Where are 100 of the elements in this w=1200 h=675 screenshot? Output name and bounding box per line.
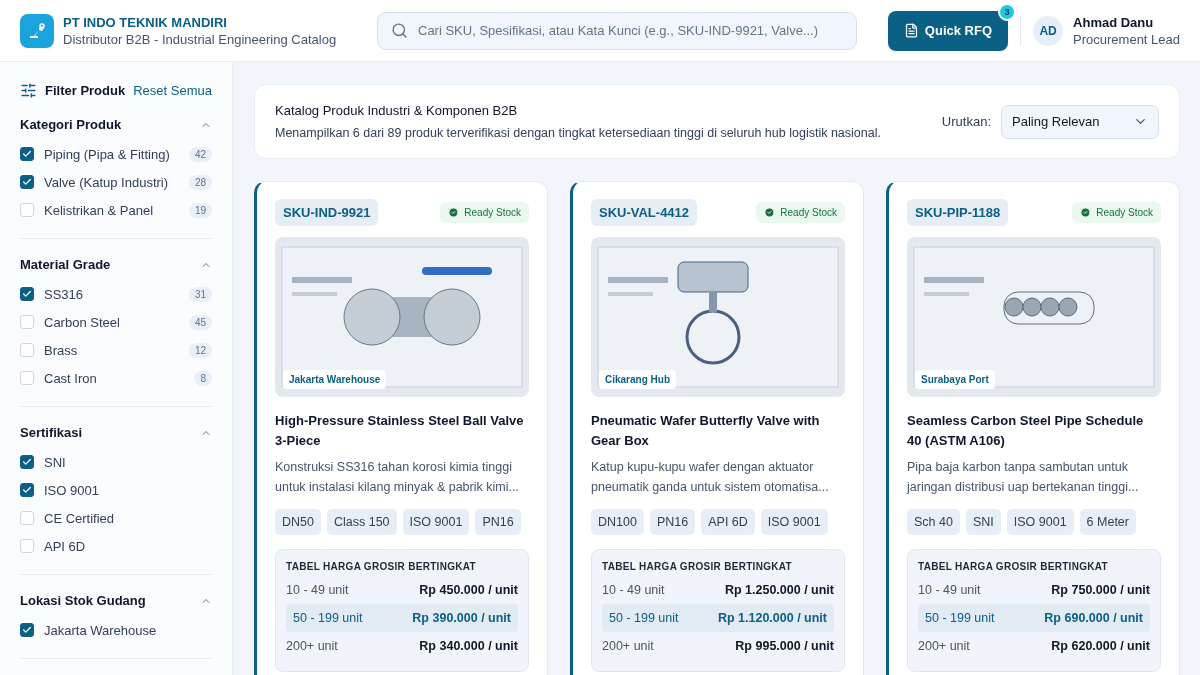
sku-tag: SKU-VAL-4412 [591, 199, 698, 226]
checkbox[interactable] [20, 287, 34, 301]
spec-tag: SNI [965, 509, 1001, 535]
filter-group-title: Material Grade [20, 257, 111, 272]
spec-tag: PN16 [649, 509, 696, 535]
check-icon [22, 149, 32, 159]
filter-option-label: ISO 9001 [44, 482, 100, 498]
spec-tag: ISO 9001 [1006, 509, 1074, 535]
search-field[interactable]: Cari SKU, Spesifikasi, atau Kata Kunci (e.g., SKU-IND-9921, Valve...) [377, 11, 857, 50]
option-count: 28 [188, 174, 212, 190]
tier-quantity: 200+ unit [602, 639, 654, 653]
option-count: 19 [188, 202, 212, 218]
spec-tag: PN16 [475, 509, 521, 535]
reset-link[interactable]: Reset Semua [133, 83, 212, 98]
filter-group-title: Kategori Produk [20, 117, 122, 132]
checkbox[interactable] [20, 175, 34, 189]
tier-price: Rp 620.000 / unit [1051, 639, 1150, 653]
stock-status: Ready Stock [756, 202, 845, 223]
check-icon [22, 177, 32, 187]
tier-price: Rp 340.000 / unit [419, 639, 518, 653]
filter-option-label: Kelistrikan & Panel [44, 202, 155, 218]
product-description: Konstruksi SS316 tahan korosi kimia tinggi untuk instalasi kilang minyak & pabrik kimi... [275, 459, 520, 496]
location-label: Cikarang Hub [599, 370, 676, 389]
logo-icon [20, 13, 54, 48]
company-tagline: Distributor B2B - Industrial Engineering Catalog [63, 31, 338, 47]
option-count: 45 [188, 314, 212, 330]
spec-tag: API 6D [701, 509, 755, 535]
tier-quantity: 10 - 49 unit [286, 583, 349, 597]
spec-tag: ISO 9001 [402, 509, 470, 535]
filter-option-label: Piping (Pipa & Fitting) [44, 146, 171, 162]
product-card[interactable] [570, 181, 864, 675]
user-role: Procurement Lead [1073, 31, 1180, 47]
tier-price: Rp 690.000 / unit [1044, 611, 1143, 625]
rfq-count-badge: 3 [998, 2, 1017, 21]
filter-option-label: Jakarta Warehouse [44, 622, 158, 638]
tier-quantity: 50 - 199 unit [609, 611, 679, 625]
product-title: Pneumatic Wafer Butterfly Valve with Gear Box [591, 412, 821, 450]
check-icon [22, 289, 32, 299]
filter-icon [20, 82, 37, 99]
product-card[interactable] [886, 181, 1180, 675]
filter-option-label: Brass [44, 342, 79, 358]
sort-label: Urutkan: [941, 114, 991, 129]
filter-option-label: Valve (Katup Industri) [44, 174, 170, 190]
location-label: Surabaya Port [915, 370, 995, 389]
tier-price: Rp 390.000 / unit [412, 611, 511, 625]
checkbox[interactable] [20, 483, 34, 497]
user-avatar[interactable]: AD [1033, 15, 1064, 46]
check-circle-icon [764, 207, 776, 218]
filter-group-title: Lokasi Stok Gudang [20, 593, 146, 608]
spec-tag: ISO 9001 [760, 509, 828, 535]
tier-price: Rp 450.000 / unit [419, 583, 518, 597]
filter-group-title: Sertifikasi [20, 425, 83, 440]
check-icon [22, 485, 32, 495]
catalog-subtitle: Menampilkan 6 dari 89 produk terverifikasi dengan tingkat ketersediaan tinggi di seluruh hub logistik nasional. [275, 126, 882, 140]
tier-quantity: 200+ unit [918, 639, 970, 653]
location-label: Jakarta Warehouse [283, 370, 387, 389]
sku-tag: SKU-IND-9921 [275, 199, 379, 226]
tier-price: Rp 750.000 / unit [1051, 583, 1150, 597]
product-title: High-Pressure Stainless Steel Ball Valve 3-Piece [275, 412, 525, 450]
tier-quantity: 50 - 199 unit [293, 611, 363, 625]
catalog-title: Katalog Produk Industri & Komponen B2B [275, 103, 519, 118]
company-name: PT INDO TEKNIK MANDIRI [63, 14, 228, 30]
pricing-title: TABEL HARGA GROSIR BERTINGKAT [602, 561, 793, 572]
tier-quantity: 200+ unit [286, 639, 338, 653]
product-card[interactable] [254, 181, 548, 675]
option-count: 42 [188, 146, 212, 162]
sort-select[interactable]: Paling Relevan [1001, 104, 1159, 139]
tier-quantity: 50 - 199 unit [925, 611, 995, 625]
checkbox[interactable] [20, 147, 34, 161]
tier-price: Rp 1.250.000 / unit [724, 583, 834, 597]
sku-tag: SKU-PIP-1188 [907, 199, 1009, 226]
product-description: Katup kupu-kupu wafer dengan aktuator pneumatik ganda untuk sistem otomatisa... [591, 459, 830, 496]
tier-price: Rp 995.000 / unit [735, 639, 834, 653]
filter-option-label: Cast Iron [44, 370, 98, 386]
check-icon [22, 625, 32, 635]
check-circle-icon [1080, 207, 1092, 218]
document-icon [903, 23, 919, 38]
filter-option-label: SNI [44, 454, 67, 470]
filter-option-label: CE Certified [44, 510, 116, 526]
stock-status: Ready Stock [1072, 202, 1161, 223]
tier-price: Rp 1.120.000 / unit [717, 611, 827, 625]
tier-quantity: 10 - 49 unit [918, 583, 981, 597]
checkbox[interactable] [20, 623, 34, 637]
filter-title: Filter Produk [45, 83, 126, 98]
spec-tag: DN100 [591, 509, 644, 535]
option-count: 12 [188, 342, 212, 358]
check-circle-icon [448, 207, 460, 218]
spec-tag: DN50 [275, 509, 321, 535]
spec-tag: Sch 40 [907, 509, 960, 535]
product-title: Seamless Carbon Steel Pipe Schedule 40 (ASTM A106) [907, 412, 1145, 450]
filter-option-label: Carbon Steel [44, 314, 121, 330]
product-description: Pipa baja karbon tanpa sambutan untuk jaringan distribusi uap bertekanan tinggi... [907, 459, 1140, 496]
filter-option-label: API 6D [44, 538, 87, 554]
pricing-title: TABEL HARGA GROSIR BERTINGKAT [286, 561, 477, 572]
checkbox[interactable] [20, 455, 34, 469]
pricing-title: TABEL HARGA GROSIR BERTINGKAT [918, 561, 1109, 572]
check-icon [22, 457, 32, 467]
filter-option-label: SS316 [44, 286, 85, 302]
user-name: Ahmad Danu [1073, 14, 1155, 30]
spec-tag: Class 150 [326, 509, 397, 535]
